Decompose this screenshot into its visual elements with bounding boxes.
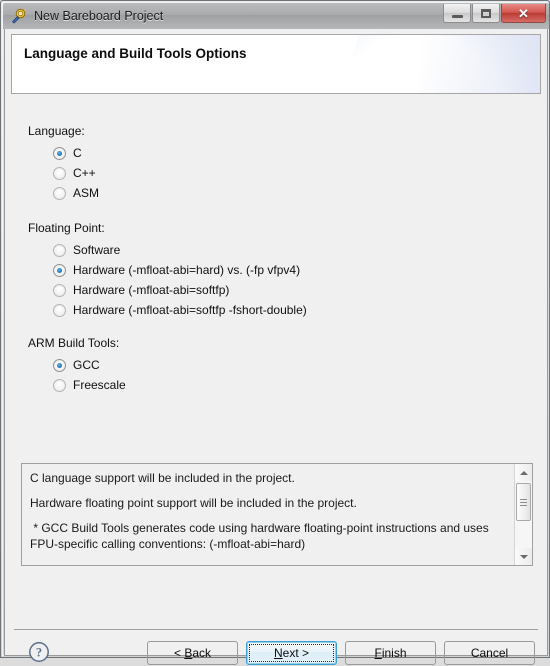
scroll-up-button[interactable] (515, 464, 532, 481)
radio-label: ASM (73, 186, 100, 200)
radio-label: Hardware (-mfloat-abi=softfp) (73, 283, 230, 297)
minimize-icon (451, 14, 463, 18)
description-scrollbar[interactable] (514, 464, 532, 565)
window-title: New Bareboard Project (34, 9, 164, 23)
focus-ring (249, 644, 334, 662)
radio-indicator (53, 186, 66, 200)
radio-language-cpp[interactable]: C++ (53, 163, 547, 183)
radio-tools-gcc[interactable]: GCC (53, 355, 547, 375)
scroll-down-button[interactable] (515, 548, 532, 565)
radio-label: C (73, 146, 82, 160)
radio-language-asm[interactable]: ASM (53, 183, 547, 203)
scrollbar-thumb[interactable] (516, 483, 531, 521)
radio-indicator (53, 378, 66, 392)
description-panel: C language support will be included in t… (21, 463, 533, 566)
radio-indicator (53, 303, 66, 317)
radio-label: Freescale (73, 378, 126, 392)
description-line: C language support will be included in t… (30, 471, 295, 485)
radio-language-c[interactable]: C (53, 143, 547, 163)
section-language: Language: C C++ ASM (28, 124, 547, 203)
radio-label: GCC (73, 358, 100, 372)
radio-label: C++ (73, 166, 96, 180)
grip-line (520, 498, 527, 500)
minimize-button[interactable] (443, 4, 471, 23)
close-button[interactable]: ✕ (501, 4, 546, 23)
radio-tools-freescale[interactable]: Freescale (53, 375, 547, 395)
description-blank-line (30, 511, 506, 520)
section-label-arm-build-tools: ARM Build Tools: (28, 336, 120, 350)
radio-indicator (53, 283, 66, 297)
chevron-up-icon (519, 470, 528, 475)
scrollbar-track[interactable] (515, 481, 532, 548)
restore-button[interactable] (472, 4, 500, 23)
header-decoration-wash (420, 35, 540, 93)
radio-label: Software (73, 243, 121, 257)
dialog-window: New Bareboard Project ✕ Language and Bui… (0, 0, 550, 665)
description-line: Hardware floating point support will be … (30, 496, 357, 510)
grip-line (520, 504, 527, 506)
dialog-body: Language and Build Tools Options Languag… (4, 29, 548, 665)
footer-separator (14, 629, 538, 630)
window-controls: ✕ (442, 4, 546, 23)
radio-fp-softfp-fshort-double[interactable]: Hardware (-mfloat-abi=softfp -fshort-dou… (53, 300, 547, 320)
title-bar[interactable]: New Bareboard Project ✕ (3, 3, 549, 29)
svg-text:?: ? (36, 645, 42, 659)
radio-indicator (53, 166, 66, 180)
page-title: Language and Build Tools Options (24, 46, 247, 61)
description-blank-line (30, 486, 506, 495)
back-button[interactable]: < Back (147, 641, 238, 665)
restore-icon (481, 8, 491, 18)
radio-fp-softfp[interactable]: Hardware (-mfloat-abi=softfp) (53, 280, 547, 300)
finish-button[interactable]: Finish (345, 641, 436, 665)
radio-label: Hardware (-mfloat-abi=softfp -fshort-dou… (73, 303, 307, 317)
options-form: Language: C C++ ASM Floating Point: Soft… (5, 124, 547, 395)
description-text: C language support will be included in t… (22, 464, 514, 565)
next-button[interactable]: Next > (246, 641, 337, 665)
cancel-button[interactable]: Cancel (444, 641, 535, 665)
help-icon[interactable]: ? (28, 641, 50, 663)
section-arm-build-tools: ARM Build Tools: GCC Freescale (28, 336, 547, 395)
wizard-header: Language and Build Tools Options (11, 34, 541, 94)
close-icon: ✕ (518, 5, 529, 21)
radio-indicator (53, 358, 66, 372)
description-line: FPU-specific calling conventions: (-mflo… (30, 537, 306, 551)
radio-indicator (53, 243, 66, 257)
radio-fp-hard[interactable]: Hardware (-mfloat-abi=hard) vs. (-fp vfp… (53, 260, 547, 280)
section-floating-point: Floating Point: Software Hardware (-mflo… (28, 221, 547, 320)
section-label-floating-point: Floating Point: (28, 221, 105, 235)
wizard-wand-icon (10, 8, 27, 25)
chevron-down-icon (519, 554, 528, 559)
radio-label: Hardware (-mfloat-abi=hard) vs. (-fp vfp… (73, 263, 301, 277)
grip-line (520, 501, 527, 503)
radio-fp-software[interactable]: Software (53, 240, 547, 260)
radio-indicator (53, 263, 66, 277)
radio-indicator (53, 146, 66, 160)
description-line: * GCC Build Tools generates code using h… (30, 521, 489, 535)
section-label-language: Language: (28, 124, 85, 138)
footer-buttons: < Back Next > Finish Cancel (139, 641, 535, 665)
